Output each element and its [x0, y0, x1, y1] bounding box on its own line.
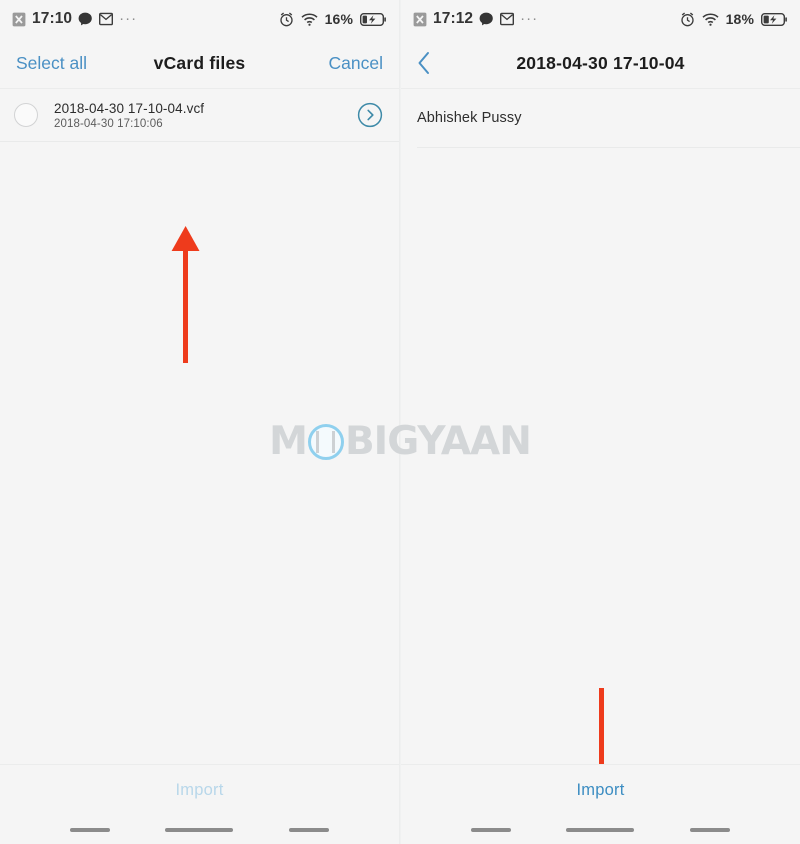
- contact-name-label: Abhishek Pussy: [417, 110, 522, 126]
- nav-back-dash[interactable]: [69, 828, 110, 832]
- mail-icon: [99, 12, 114, 26]
- file-text-group: 2018-04-30 17-10-04.vcf 2018-04-30 17:10…: [54, 101, 204, 130]
- status-time: 17:10: [32, 10, 73, 27]
- wifi-icon: [301, 12, 318, 26]
- left-phone-screen: 17:10 ··· 16% Select all vCard files Can…: [0, 0, 400, 844]
- cancel-button[interactable]: Cancel: [329, 53, 383, 74]
- import-button[interactable]: Import: [577, 781, 625, 800]
- battery-percent-label: 18%: [725, 11, 754, 27]
- chat-bubble-icon: [78, 12, 93, 26]
- nav-recents-dash[interactable]: [690, 828, 731, 832]
- page-title: 2018-04-30 17-10-04: [516, 52, 685, 73]
- right-system-nav-bar: [401, 816, 800, 844]
- nav-recents-dash[interactable]: [289, 828, 330, 832]
- file-date-label: 2018-04-30 17:10:06: [54, 117, 163, 130]
- list-item[interactable]: Abhishek Pussy: [401, 89, 800, 147]
- more-dots-icon: ···: [119, 10, 138, 27]
- right-phone-screen: 17:12 ··· 18% 2018-04-30 17-10-04 Abhish…: [400, 0, 800, 844]
- chat-bubble-icon: [479, 12, 494, 26]
- select-all-button[interactable]: Select all: [16, 53, 87, 74]
- left-app-bar: Select all vCard files Cancel: [0, 38, 399, 88]
- alarm-icon: [680, 11, 695, 27]
- battery-charging-icon: [761, 12, 787, 26]
- file-checkbox[interactable]: [14, 103, 38, 127]
- status-bar-left: 17:10 ··· 16%: [0, 0, 399, 38]
- app-x-icon: [413, 12, 427, 27]
- battery-charging-icon: [360, 12, 386, 26]
- right-app-bar: 2018-04-30 17-10-04: [401, 38, 800, 88]
- left-bottom-bar: Import: [0, 764, 399, 816]
- list-divider: [417, 147, 800, 148]
- list-item[interactable]: 2018-04-30 17-10-04.vcf 2018-04-30 17:10…: [0, 89, 399, 141]
- nav-home-dash[interactable]: [566, 828, 635, 832]
- status-bar-right: 17:12 ··· 18%: [401, 0, 800, 38]
- status-bar-left-group: 17:10 ···: [12, 10, 137, 28]
- list-divider: [0, 141, 399, 142]
- mail-icon: [500, 12, 515, 26]
- alarm-icon: [279, 11, 294, 27]
- wifi-icon: [702, 12, 719, 26]
- dual-screenshot-container: 17:10 ··· 16% Select all vCard files Can…: [0, 0, 800, 844]
- app-x-icon: [12, 12, 26, 27]
- nav-back-dash[interactable]: [470, 828, 511, 832]
- import-button[interactable]: Import: [176, 781, 224, 800]
- status-time: 17:12: [433, 10, 474, 27]
- right-bottom-bar: Import: [401, 764, 800, 816]
- status-bar-left-group: 17:12 ···: [413, 10, 538, 28]
- chevron-left-icon[interactable]: [417, 38, 441, 88]
- left-system-nav-bar: [0, 816, 399, 844]
- chevron-right-circle-icon[interactable]: [357, 102, 383, 128]
- annotation-arrow-up: [168, 225, 204, 365]
- right-content-area: Abhishek Pussy: [401, 89, 800, 764]
- file-name-label: 2018-04-30 17-10-04.vcf: [54, 100, 205, 116]
- status-bar-right-group: 18%: [680, 11, 787, 27]
- annotation-arrow-down: [583, 688, 619, 764]
- more-dots-icon: ···: [520, 10, 539, 27]
- left-content-area: 2018-04-30 17-10-04.vcf 2018-04-30 17:10…: [0, 89, 399, 764]
- battery-percent-label: 16%: [324, 11, 353, 27]
- status-bar-right-group: 16%: [279, 11, 386, 27]
- nav-home-dash[interactable]: [165, 828, 234, 832]
